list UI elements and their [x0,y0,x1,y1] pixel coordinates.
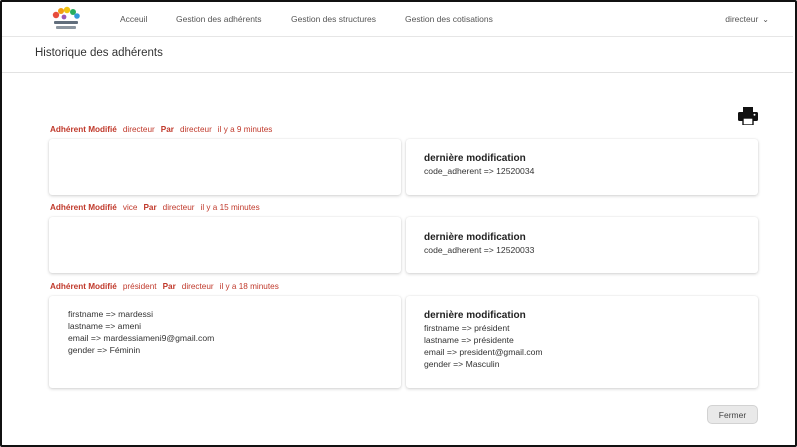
chevron-down-icon: ⌄ [762,15,769,24]
nav-link-adherents[interactable]: Gestion des adhérents [176,14,262,24]
top-navbar: Acceuil Gestion des adhérents Gestion de… [2,2,793,37]
previous-values-card [49,139,401,195]
nav-link-accueil[interactable]: Acceuil [120,14,147,24]
printer-icon[interactable] [738,107,758,125]
modifier-name: directeur [179,125,212,134]
user-name: directeur [725,14,759,24]
field-change: gender => Masculin [424,359,500,369]
history-entry-header: Adhérent Modifié vice Par directeur il y a 1… [50,203,260,212]
field-value: firstname => mardessi [68,309,154,319]
user-menu[interactable]: directeur ⌄ [725,14,769,24]
app-logo[interactable] [48,6,84,34]
nav-link-structures[interactable]: Gestion des structures [291,14,376,24]
by-label: Par [160,125,174,134]
action-label: Adhérent Modifié [50,203,117,212]
timestamp: il y a 9 minutes [217,125,273,134]
card-title: dernière modification [424,310,526,321]
previous-values-card [49,217,401,273]
timestamp: il y a 15 minutes [200,203,260,212]
field-change: code_adherent => 12520033 [424,245,535,255]
field-change: firstname => président [424,323,510,333]
previous-values-card: firstname => mardessi lastname => ameni … [49,296,401,388]
modifier-name: directeur [181,282,214,291]
by-label: Par [143,203,157,212]
timestamp: il y a 18 minutes [219,282,279,291]
close-button[interactable]: Fermer [707,405,758,424]
field-change: lastname => présidente [424,335,514,345]
field-value: lastname => ameni [68,321,142,331]
field-value: gender => Féminin [68,345,141,355]
last-modification-card: dernière modification firstname => prési… [406,296,758,388]
action-label: Adhérent Modifié [50,282,117,291]
last-modification-card: dernière modification code_adherent => 1… [406,139,758,195]
history-entry-header: Adhérent Modifié président Par directeur il … [50,282,279,291]
last-modification-card: dernière modification code_adherent => 1… [406,217,758,273]
field-change: email => president@gmail.com [424,347,543,357]
action-label: Adhérent Modifié [50,125,117,134]
nav-link-cotisations[interactable]: Gestion des cotisations [405,14,493,24]
card-title: dernière modification [424,232,526,243]
history-entry-header: Adhérent Modifié directeur Par directeur il … [50,125,272,134]
page-title: Historique des adhérents [35,47,163,59]
page-header: Historique des adhérents [2,37,793,73]
field-change: code_adherent => 12520034 [424,166,535,176]
field-value: email => mardessiameni9@gmail.com [68,333,215,343]
card-title: dernière modification [424,153,526,164]
actor-name: vice [122,203,138,212]
actor-name: président [122,282,157,291]
by-label: Par [162,282,176,291]
actor-name: directeur [122,125,155,134]
modifier-name: directeur [162,203,195,212]
